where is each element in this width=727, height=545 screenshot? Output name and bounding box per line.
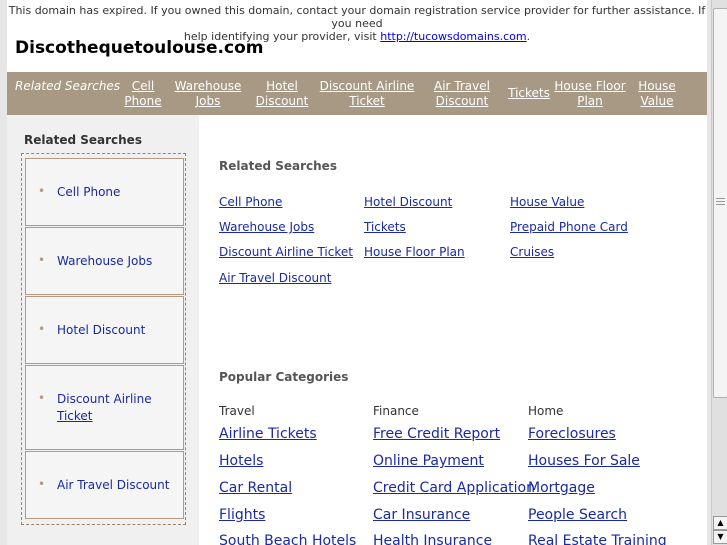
page: This domain has expired. If you owned th…	[7, 0, 707, 545]
category-link[interactable]: South Beach Hotels	[219, 533, 356, 545]
sidebar-item-label: Warehouse Jobs	[57, 254, 153, 268]
grip-line	[716, 204, 725, 205]
related-link[interactable]: Cruises	[510, 245, 554, 259]
popular-categories-heading: Popular Categories	[219, 370, 349, 384]
nav-link-hotel-discount[interactable]: Hotel Discount	[253, 79, 311, 109]
nav-link-line1: Warehouse	[174, 79, 242, 93]
domain-title: Discothequetoulouse.com	[15, 38, 264, 58]
category-link[interactable]: Credit Card Application	[373, 480, 535, 496]
nav-link-line1: Air Travel	[434, 79, 490, 93]
related-link[interactable]: House Value	[510, 195, 584, 209]
bullet-icon: •	[38, 391, 46, 405]
notice-line2-suffix: .	[526, 30, 531, 43]
category-heading-home: Home	[528, 404, 564, 418]
nav-link-line2: Jobs	[195, 94, 221, 108]
sidebar-item-discount-airline-ticket[interactable]: • Discount Airline Ticket	[25, 365, 184, 450]
category-heading-finance: Finance	[373, 404, 419, 418]
sidebar-item-label: Cell Phone	[57, 185, 121, 199]
nav-link-line1: Cell	[131, 79, 155, 93]
related-link[interactable]: Tickets	[364, 220, 406, 234]
sidebar-heading: Related Searches	[24, 133, 142, 147]
category-link[interactable]: Health Insurance	[373, 533, 492, 545]
category-link[interactable]: Hotels	[219, 453, 263, 469]
category-link[interactable]: Mortgage	[528, 480, 595, 496]
nav-link-house-floor-plan[interactable]: House Floor Plan	[551, 79, 629, 109]
nav-link-line2: Ticket	[349, 94, 385, 108]
category-link[interactable]: Car Rental	[219, 480, 292, 496]
category-link[interactable]: Foreclosures	[528, 426, 616, 442]
nav-link-line1: Hotel	[266, 79, 298, 93]
related-link[interactable]: Prepaid Phone Card	[510, 220, 628, 234]
category-link[interactable]: Online Payment	[373, 453, 484, 469]
nav-link-line1: House	[638, 79, 676, 93]
nav-link-line1: Tickets	[508, 86, 550, 100]
bullet-icon: •	[38, 253, 46, 267]
category-link[interactable]: People Search	[528, 507, 627, 523]
scrollbar-thumb[interactable]	[713, 8, 727, 398]
sidebar-item-label: Hotel Discount	[57, 323, 146, 337]
sidebar-item-label: Air Travel Discount	[57, 478, 170, 492]
sidebar: Related Searches • Cell Phone • Warehous…	[7, 115, 199, 545]
vertical-scrollbar[interactable]: ▲ ▼	[711, 0, 727, 545]
nav-link-house-value[interactable]: House Value	[633, 79, 681, 109]
category-link[interactable]: Real Estate Training	[528, 533, 667, 545]
category-link[interactable]: Flights	[219, 507, 265, 523]
bullet-icon: •	[38, 477, 46, 491]
scroll-up-arrow-icon[interactable]: ▲	[713, 516, 727, 530]
related-link[interactable]: House Floor Plan	[364, 245, 465, 259]
category-heading-travel: Travel	[219, 404, 255, 418]
nav-link-line2: Value	[640, 94, 674, 108]
nav-link-line1: House Floor	[554, 79, 626, 93]
related-link[interactable]: Air Travel Discount	[219, 271, 331, 285]
nav-link-line2: Discount	[255, 94, 309, 108]
notice-line1: This domain has expired. If you owned th…	[8, 4, 706, 30]
category-link[interactable]: Houses For Sale	[528, 453, 640, 469]
scroll-down-arrow-icon[interactable]: ▼	[713, 530, 727, 544]
related-link[interactable]: Discount Airline Ticket	[219, 245, 353, 259]
related-link[interactable]: Cell Phone	[219, 195, 282, 209]
sidebar-item-label: Discount Airline Ticket	[57, 391, 152, 425]
nav-link-line2: Plan	[577, 94, 603, 108]
nav-link-tickets[interactable]: Tickets	[506, 86, 552, 101]
sidebar-item-air-travel-discount[interactable]: • Air Travel Discount	[25, 451, 184, 519]
sidebar-item-cell-phone[interactable]: • Cell Phone	[25, 158, 184, 226]
sidebar-item-line2: Ticket	[57, 409, 93, 423]
grip-line	[716, 201, 725, 202]
nav-link-discount-airline-ticket[interactable]: Discount Airline Ticket	[319, 79, 415, 109]
nav-link-line2: Phone	[124, 94, 162, 108]
category-link[interactable]: Free Credit Report	[373, 426, 500, 442]
related-link[interactable]: Hotel Discount	[364, 195, 452, 209]
main-content: Related Searches Cell Phone Warehouse Jo…	[199, 115, 707, 545]
sidebar-list: • Cell Phone • Warehouse Jobs • Hotel Di…	[21, 153, 186, 525]
related-searches-heading: Related Searches	[219, 159, 337, 173]
bullet-icon: •	[38, 184, 46, 198]
grip-line	[716, 198, 725, 199]
category-link[interactable]: Airline Tickets	[219, 426, 317, 442]
related-link[interactable]: Warehouse Jobs	[219, 220, 314, 234]
top-nav-bar: Related Searches Cell Phone Warehouse Jobs…	[7, 72, 707, 115]
category-link[interactable]: Car Insurance	[373, 507, 470, 523]
bullet-icon: •	[38, 322, 46, 336]
nav-link-warehouse-jobs[interactable]: Warehouse Jobs	[173, 79, 243, 109]
nav-link-air-travel-discount[interactable]: Air Travel Discount	[429, 79, 495, 109]
nav-label: Related Searches	[15, 79, 121, 93]
nav-link-line2: Discount	[435, 94, 489, 108]
nav-link-line1: Discount Airline	[319, 79, 415, 93]
sidebar-item-warehouse-jobs[interactable]: • Warehouse Jobs	[25, 227, 184, 295]
sidebar-item-line1: Discount Airline	[57, 392, 152, 406]
sidebar-item-hotel-discount[interactable]: • Hotel Discount	[25, 296, 184, 364]
nav-link-cell-phone[interactable]: Cell Phone	[121, 79, 165, 109]
tucows-link[interactable]: http://tucowsdomains.com	[380, 30, 526, 43]
